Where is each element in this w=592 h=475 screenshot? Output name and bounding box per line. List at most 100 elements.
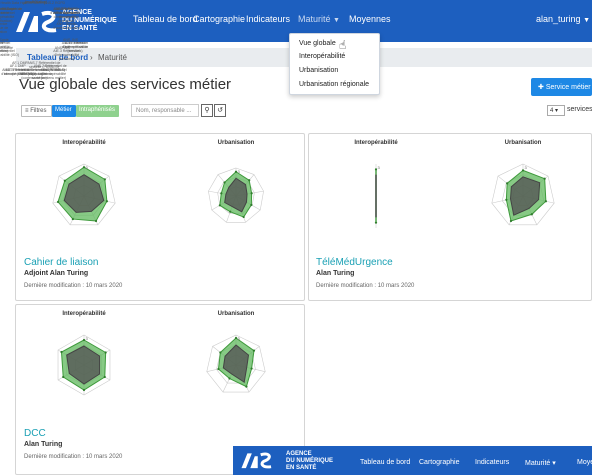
radar-point bbox=[219, 351, 222, 354]
search-icon[interactable]: ⚲ bbox=[201, 104, 213, 117]
card-title[interactable]: DCC bbox=[24, 428, 46, 439]
nav-indicateurs[interactable]: Indicateurs bbox=[475, 459, 509, 466]
caret-down-icon: ▾ bbox=[555, 108, 559, 114]
brand-line-1: AGENCE bbox=[286, 451, 312, 457]
reset-icon[interactable]: ↺ bbox=[214, 104, 226, 117]
menu-item-urbanisation[interactable]: Urbanisation bbox=[299, 67, 338, 74]
menu-item-urbanisation-regionale[interactable]: Urbanisation régionale bbox=[299, 81, 369, 88]
card-date: Dernière modification : 10 mars 2020 bbox=[24, 283, 123, 289]
nav-cartographie[interactable]: Cartographie bbox=[419, 459, 459, 466]
brand-name: AGENCE DU NUMÉRIQUE EN SANTÉ bbox=[286, 451, 333, 472]
radar-point bbox=[506, 182, 509, 185]
radar-point bbox=[94, 219, 98, 223]
radar-axis-label: AF.1 Health Data Hub bbox=[0, 6, 22, 11]
radar-point bbox=[245, 385, 248, 388]
menu-item-interoperabilite[interactable]: Interopérabilité bbox=[299, 53, 345, 60]
nav-tableau-de-bord[interactable]: Tableau de bord bbox=[133, 14, 198, 24]
add-service-button[interactable]: ✚ Service métier bbox=[531, 78, 592, 96]
radar-point bbox=[242, 215, 245, 219]
radar-scale-label: 3 bbox=[86, 336, 89, 341]
radar-point bbox=[56, 200, 60, 204]
nav-cartographie[interactable]: Cartographie bbox=[193, 14, 245, 24]
radar-point bbox=[229, 210, 232, 213]
radar-axis-label: AIE.6 Référentiel d'interopérabilité (id… bbox=[0, 11, 15, 24]
radar-point bbox=[60, 350, 63, 354]
radar-point bbox=[103, 178, 106, 181]
radar-axis-label: ANS. INS bbox=[63, 38, 79, 43]
radar-point bbox=[250, 367, 253, 370]
radar-point bbox=[543, 177, 546, 180]
radar-point bbox=[250, 203, 253, 206]
radar-point bbox=[248, 179, 251, 182]
radar-chart: 3 bbox=[206, 334, 266, 393]
responsable-search-input[interactable]: Nom, responsable ... bbox=[131, 104, 199, 117]
radar-point bbox=[223, 181, 226, 184]
filters-label: Filtres bbox=[30, 108, 47, 114]
count-select[interactable]: 4 ▾ bbox=[547, 105, 565, 116]
nav-maturite[interactable]: Maturité ▼ bbox=[298, 14, 340, 24]
radar-point bbox=[217, 367, 220, 371]
radar-point bbox=[63, 179, 66, 182]
hand-cursor-icon: ☝ bbox=[339, 38, 347, 52]
radar-point bbox=[220, 192, 223, 195]
radar-axis-label: AF.2 MSSanté bbox=[0, 38, 9, 43]
plus-icon: ✚ bbox=[538, 84, 544, 91]
card-subtitle: Alan Turing bbox=[316, 270, 355, 277]
radar-axis-label: ANS. Niveau d'authentification bbox=[50, 6, 77, 15]
radar-point bbox=[71, 217, 74, 221]
radar-axis-label: AF.1 DMP bbox=[9, 63, 26, 68]
card-title[interactable]: Cahier de liaison bbox=[24, 257, 99, 268]
radar-chart: 3 bbox=[57, 334, 111, 396]
radar-point bbox=[252, 349, 256, 352]
filter-metier[interactable]: Métier bbox=[52, 105, 76, 117]
maturite-dropdown-menu: Vue globale Interopérabilité Urbanisatio… bbox=[289, 33, 380, 95]
card-subtitle: Adjoint Alan Turing bbox=[24, 270, 89, 277]
caret-down-icon: ▼ bbox=[583, 17, 590, 24]
ans-logo-icon[interactable] bbox=[240, 450, 274, 470]
filter-icon: ≡ bbox=[25, 108, 29, 114]
radar-title: Interopérabilité bbox=[62, 311, 106, 317]
card-date: Dernière modification : 10 mars 2020 bbox=[316, 283, 415, 289]
brand-line-2: DU NUMÉRIQUE bbox=[286, 458, 334, 464]
nav-indicateurs[interactable]: Indicateurs bbox=[246, 14, 290, 24]
radar-point bbox=[228, 377, 231, 380]
nav-maturite-label: Maturité bbox=[298, 14, 331, 24]
radar-point bbox=[105, 200, 108, 203]
filter-inter[interactable]: Intraphénisés bbox=[76, 105, 119, 117]
count-label: services bbox=[567, 106, 592, 113]
radar-point bbox=[505, 198, 508, 201]
card-title[interactable]: TéléMédUrgence bbox=[316, 257, 393, 268]
radar-point bbox=[509, 219, 513, 223]
radar-chart: 3 bbox=[208, 167, 264, 223]
nav-maturite[interactable]: Maturité ▾ bbox=[525, 459, 556, 467]
radar-point bbox=[218, 204, 221, 207]
count-value: 4 bbox=[550, 108, 554, 114]
breadcrumb-current: Maturité bbox=[98, 53, 127, 62]
nav-maturite-label: Maturité bbox=[525, 460, 551, 467]
radar-axis-label: AIE.1 Référentiel d'interopérabilité (mo… bbox=[21, 0, 47, 5]
radar-title: Urbanisation bbox=[217, 311, 255, 317]
radar-point bbox=[103, 375, 106, 379]
radar-point bbox=[374, 221, 378, 224]
radar-point bbox=[104, 351, 107, 354]
card-date: Dernière modification : 10 mars 2020 bbox=[24, 454, 123, 460]
radar-axis-label: ANS.7 Référentiel de sécurité (PGSSI-S) bbox=[33, 63, 67, 72]
add-service-label: Service métier bbox=[545, 84, 591, 91]
radar-axis-label: AIE.3 Référentiel d'interopérabilité (se… bbox=[53, 48, 80, 61]
user-name: alan_turing bbox=[536, 14, 581, 24]
radar-chart: 3 bbox=[374, 164, 381, 228]
card-subtitle: Alan Turing bbox=[24, 441, 63, 448]
radar-chart: 3 bbox=[52, 163, 116, 226]
caret-down-icon: ▾ bbox=[552, 460, 556, 467]
nav-moyennes[interactable]: Moyennes bbox=[577, 459, 592, 466]
nav-tableau-de-bord[interactable]: Tableau de bord bbox=[360, 459, 410, 466]
radar-title: Urbanisation bbox=[504, 140, 542, 146]
radar-point bbox=[544, 200, 547, 203]
user-menu[interactable]: alan_turing ▼ bbox=[536, 14, 590, 24]
radar-point bbox=[530, 213, 533, 216]
menu-item-vue-globale[interactable]: Vue globale bbox=[299, 40, 336, 47]
radar-scale-label: 3 bbox=[378, 165, 381, 170]
filters-button[interactable]: ≡ Filtres bbox=[21, 105, 52, 117]
nav-moyennes[interactable]: Moyennes bbox=[349, 14, 391, 24]
brand-line-3: EN SANTÉ bbox=[286, 465, 317, 471]
